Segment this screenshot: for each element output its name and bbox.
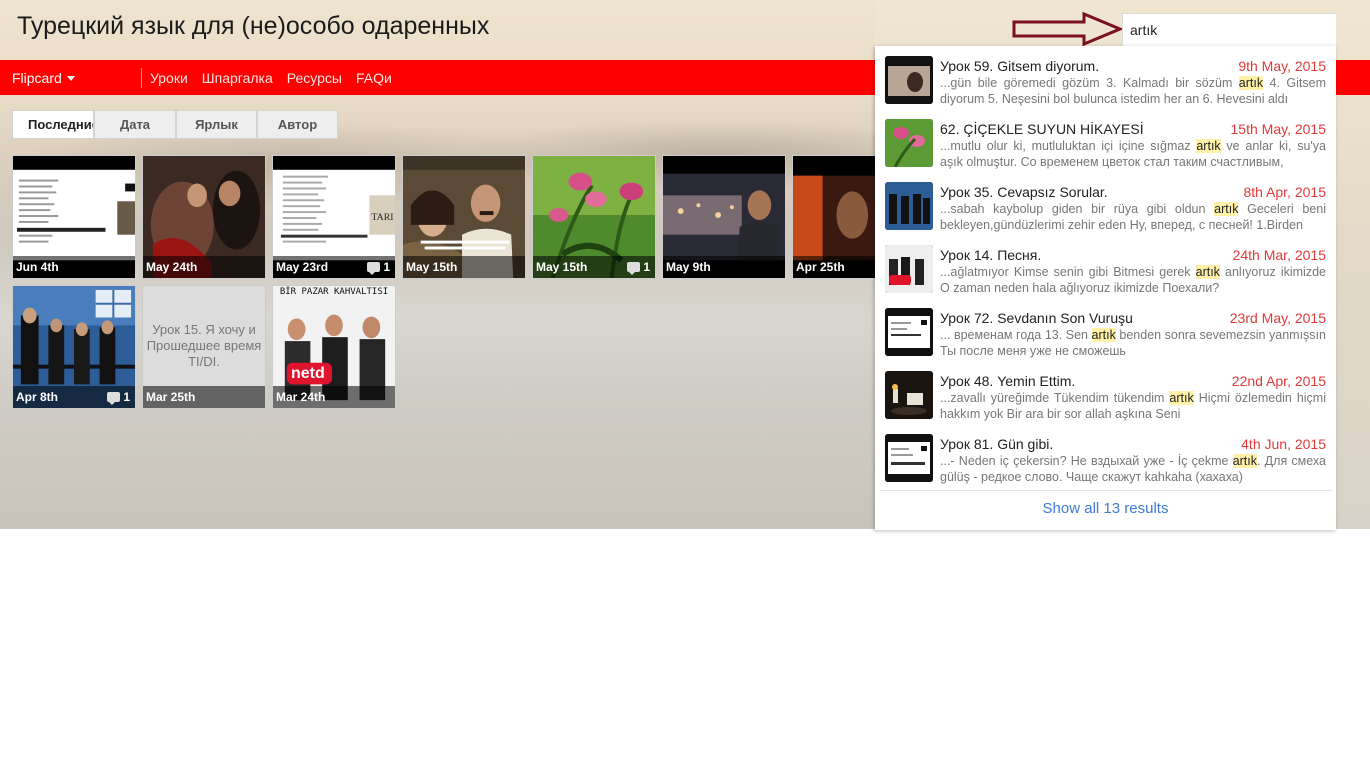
search-highlight: artık [1196, 139, 1221, 153]
search-results-panel: Урок 59. Gitsem diyorum. 9th May, 2015 .… [875, 46, 1336, 530]
result-title: Урок 72. Sevdanın Son Vuruşu [940, 310, 1133, 326]
post-thumbnail[interactable]: Урок 15. Я хочу и Прошедшее время TI/DI.… [142, 285, 266, 409]
result-snippet: ...gün bile göremedi gözüm 3. Kalmadı bi… [940, 76, 1326, 106]
search-highlight: artık [1232, 454, 1257, 468]
post-thumbnail[interactable]: May 9th [662, 155, 786, 279]
post-date: Apr 25th [793, 256, 875, 278]
search-highlight: artık [1169, 391, 1194, 405]
result-thumbnail [885, 434, 933, 482]
search-highlight: artık [1091, 328, 1116, 342]
tab-latest[interactable]: Последние [12, 110, 94, 139]
comment-count[interactable]: 1 [627, 260, 650, 275]
comment-icon [367, 262, 381, 275]
search-highlight: artık [1195, 265, 1220, 279]
result-thumbnail [885, 56, 933, 104]
tab-author[interactable]: Автор [257, 110, 338, 139]
post-date: May 9th [663, 256, 785, 278]
result-thumbnail [885, 119, 933, 167]
post-date: Mar 24th [273, 386, 395, 408]
search-result[interactable]: Урок 59. Gitsem diyorum. 9th May, 2015 .… [885, 56, 1330, 119]
search-result[interactable]: Урок 35. Cevapsız Sorular. 8th Apr, 2015… [885, 182, 1330, 245]
result-thumbnail [885, 308, 933, 356]
result-thumbnail [885, 371, 933, 419]
result-snippet: ... временам года 13. Sen artık benden s… [940, 328, 1326, 358]
comment-icon [107, 392, 121, 405]
nav-link-cheatsheet[interactable]: Шпаргалка [202, 70, 273, 86]
tab-date[interactable]: Дата [94, 110, 176, 139]
banner-text: BİR PAZAR KAHVALTISI [279, 287, 389, 297]
post-thumbnail[interactable]: BİR PAZAR KAHVALTISI netd Mar 24th [272, 285, 396, 409]
post-thumbnail[interactable]: Jun 4th [12, 155, 136, 279]
result-title: 62. ÇİÇEKLE SUYUN HİKAYESİ [940, 121, 1144, 137]
nav-divider [141, 68, 142, 88]
search-result[interactable]: Урок 48. Yemin Ettim. 22nd Apr, 2015 ...… [885, 371, 1330, 434]
post-thumbnail[interactable]: Apr 25th [792, 155, 875, 279]
search-highlight: artık [1214, 202, 1239, 216]
result-snippet: ...- Neden iç çekersin? Не вздыхай уже -… [940, 454, 1326, 484]
blog-title[interactable]: Турецкий язык для (не)особо одаренных [17, 12, 489, 41]
search-result[interactable]: 62. ÇİÇEKLE SUYUN HİKAYESİ 15th May, 201… [885, 119, 1330, 182]
search-result[interactable]: Урок 14. Песня. 24th Mar, 2015 ...ağlatm… [885, 245, 1330, 308]
result-date: 24th Mar, 2015 [1232, 247, 1326, 263]
nav-link-resources[interactable]: Ресурсы [287, 70, 342, 86]
result-title: Урок 14. Песня. [940, 247, 1042, 263]
red-arrow-icon [1012, 11, 1124, 47]
post-text-preview: Урок 15. Я хочу и Прошедшее время TI/DI. [146, 322, 262, 369]
result-snippet: ...sabah kaybolup giden bir rüya gibi ol… [940, 202, 1326, 232]
navbar: Flipcard Уроки Шпаргалка Ресурсы FAQи [0, 60, 875, 95]
result-thumbnail [885, 182, 933, 230]
result-date: 23rd May, 2015 [1229, 310, 1326, 326]
comment-count[interactable]: 1 [107, 390, 130, 405]
comment-count-value: 1 [643, 260, 650, 274]
search-input[interactable]: artık [1122, 13, 1336, 46]
result-title: Урок 35. Cevapsız Sorular. [940, 184, 1108, 200]
post-thumbnail[interactable]: May 15th 1 [532, 155, 656, 279]
tab-label[interactable]: Ярлык [176, 110, 257, 139]
page: Турецкий язык для (не)особо одаренных ar… [0, 0, 1370, 770]
search-result[interactable]: Урок 81. Gün gibi. 4th Jun, 2015 ...- Ne… [885, 434, 1330, 497]
sort-tabs: Последние Дата Ярлык Автор [12, 110, 338, 139]
show-all-results-link[interactable]: Show all 13 results [875, 500, 1336, 517]
post-thumbnail[interactable]: Apr 8th 1 [12, 285, 136, 409]
nav-link-faq[interactable]: FAQи [356, 70, 392, 86]
netd-logo: netd [291, 365, 325, 382]
result-date: 22nd Apr, 2015 [1231, 373, 1326, 389]
post-date: May 24th [143, 256, 265, 278]
flipcard-label: Flipcard [12, 70, 62, 86]
result-date: 8th Apr, 2015 [1243, 184, 1326, 200]
post-date: May 15th [403, 256, 525, 278]
post-thumbnail[interactable]: TARI May 23rd 1 [272, 155, 396, 279]
svg-text:TARI: TARI [371, 212, 393, 223]
result-snippet: ...zavallı yüreğimde Tükendim tükendim a… [940, 391, 1326, 421]
comment-count-value: 1 [383, 260, 390, 274]
search-highlight: artık [1238, 76, 1264, 90]
post-date: Mar 25th [143, 386, 265, 408]
result-thumbnail [885, 245, 933, 293]
search-result[interactable]: Урок 72. Sevdanın Son Vuruşu 23rd May, 2… [885, 308, 1330, 371]
divider [879, 490, 1332, 491]
comment-icon [627, 262, 641, 275]
nav-links: Уроки Шпаргалка Ресурсы FAQи [150, 70, 392, 86]
comment-count-value: 1 [123, 390, 130, 404]
nav-link-lessons[interactable]: Уроки [150, 70, 188, 86]
post-thumbnail[interactable]: May 24th [142, 155, 266, 279]
result-title: Урок 59. Gitsem diyorum. [940, 58, 1100, 74]
result-date: 15th May, 2015 [1230, 121, 1326, 137]
result-title: Урок 81. Gün gibi. [940, 436, 1054, 452]
post-date: Jun 4th [13, 256, 135, 278]
result-snippet: ...mutlu olur ki, mutluluktan içi içine … [940, 139, 1326, 169]
result-title: Урок 48. Yemin Ettim. [940, 373, 1076, 389]
caret-down-icon [66, 76, 75, 81]
flipcard-dropdown[interactable]: Flipcard [12, 70, 75, 86]
post-thumbnail[interactable]: May 15th [402, 155, 526, 279]
result-date: 9th May, 2015 [1238, 58, 1326, 74]
result-snippet: ...ağlatmıyor Kimse senin gibi Bitmesi g… [940, 265, 1326, 295]
result-date: 4th Jun, 2015 [1241, 436, 1326, 452]
comment-count[interactable]: 1 [367, 260, 390, 275]
